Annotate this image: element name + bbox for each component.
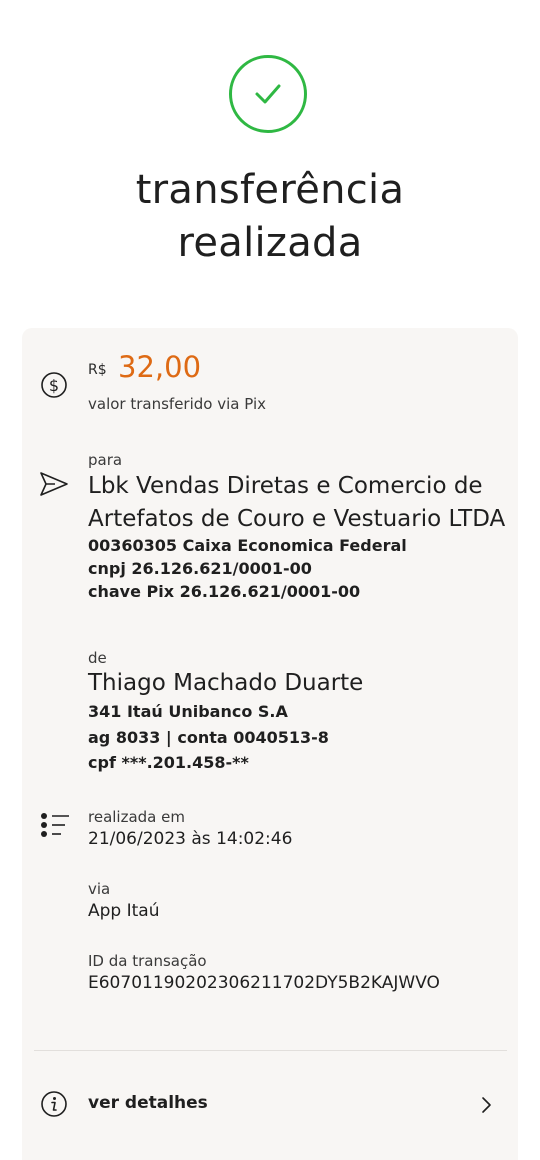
transfer-receipt-screen: transferência realizada $ R$ 32,00 valor…: [0, 0, 540, 1160]
title-line-1: transferência: [135, 167, 405, 213]
amount-value: 32,00: [118, 350, 202, 384]
info-icon: [41, 1091, 67, 1117]
recipient-label: para: [88, 451, 123, 469]
send-icon: [40, 472, 68, 496]
divider: [34, 1050, 507, 1051]
amount-caption: valor transferido via Pix: [88, 395, 266, 413]
currency-symbol: R$: [88, 362, 107, 378]
dollar-circle-icon: $: [41, 372, 67, 398]
see-details-label: ver detalhes: [88, 1093, 208, 1113]
sender-label: de: [88, 649, 107, 667]
list-icon: [41, 813, 69, 837]
sender-cpf: cpf ***.201.458-**: [88, 753, 249, 772]
date-label: realizada em: [88, 808, 185, 826]
via-value: App Itaú: [88, 901, 160, 921]
date-value: 21/06/2023 às 14:02:46: [88, 829, 293, 849]
title-line-2: realizada: [177, 220, 363, 266]
recipient-pix-key: chave Pix 26.126.621/0001-00: [88, 582, 361, 601]
recipient-name-line-1: Lbk Vendas Diretas e Comercio de: [88, 473, 483, 499]
receipt-card: $ R$ 32,00 valor transferido via Pix par…: [22, 328, 518, 1160]
svg-text:$: $: [49, 376, 59, 395]
transaction-id-label: ID da transação: [88, 952, 207, 970]
sender-name: Thiago Machado Duarte: [88, 670, 364, 696]
transaction-id-value: E60701190202306211702DY5B2KAJWVO: [88, 973, 440, 993]
page-title: transferência realizada: [0, 164, 540, 270]
check-circle-icon: [229, 55, 307, 133]
recipient-name-line-2: Artefatos de Couro e Vestuario LTDA: [88, 506, 506, 532]
recipient-cnpj: cnpj 26.126.621/0001-00: [88, 559, 312, 578]
sender-account: ag 8033 | conta 0040513-8: [88, 728, 329, 747]
recipient-bank: 00360305 Caixa Economica Federal: [88, 536, 407, 555]
sender-bank: 341 Itaú Unibanco S.A: [88, 702, 288, 721]
chevron-right-icon: [482, 1097, 491, 1113]
see-details-button[interactable]: ver detalhes: [22, 1082, 518, 1126]
via-label: via: [88, 880, 111, 898]
